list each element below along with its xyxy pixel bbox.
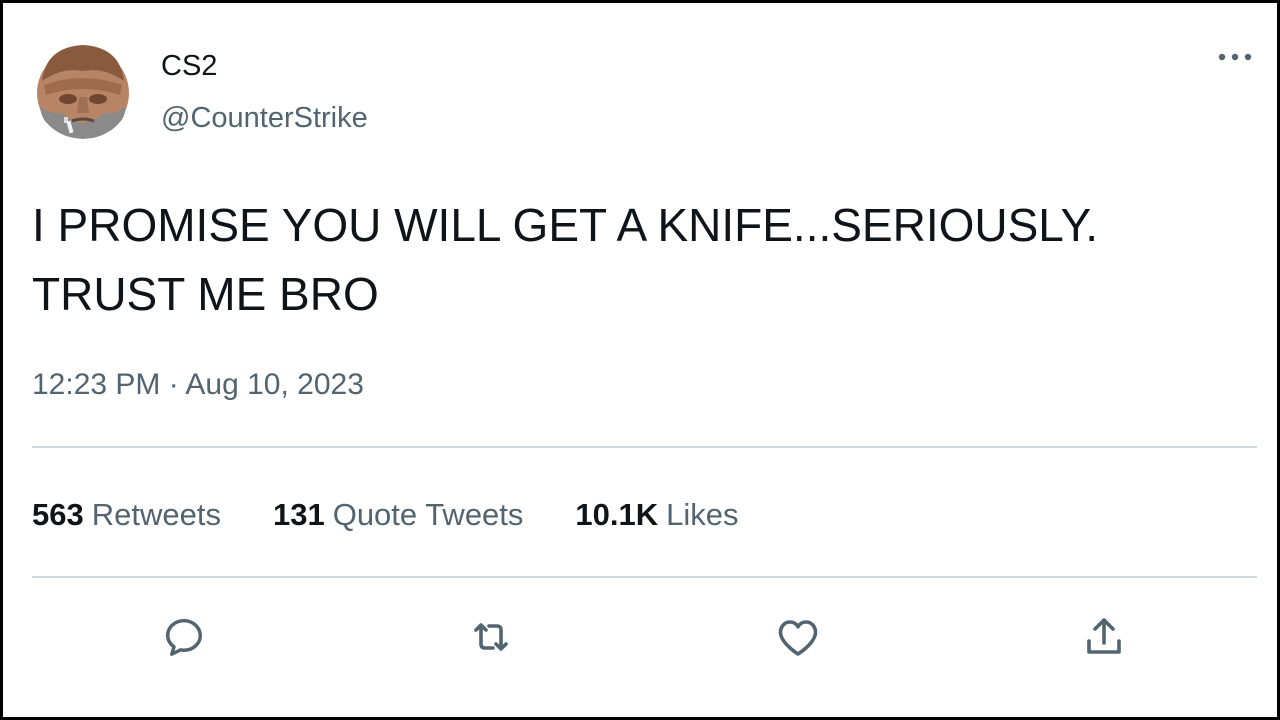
- retweets-stat[interactable]: 563 Retweets: [32, 496, 221, 534]
- like-button[interactable]: [772, 611, 824, 663]
- more-options-icon: [1218, 53, 1252, 61]
- retweets-count: 563: [32, 497, 84, 532]
- divider: [32, 446, 1257, 448]
- tweet-text: I PROMISE YOU WILL GET A KNIFE...SERIOUS…: [32, 191, 1232, 329]
- avatar[interactable]: [34, 41, 132, 139]
- cs-character-avatar-icon: [34, 41, 132, 139]
- divider: [32, 576, 1257, 578]
- likes-stat[interactable]: 10.1K Likes: [575, 496, 738, 534]
- quote-tweets-stat[interactable]: 131 Quote Tweets: [273, 496, 523, 534]
- retweet-button[interactable]: [465, 611, 517, 663]
- tweet-timestamp[interactable]: 12:23 PM · Aug 10, 2023: [32, 367, 364, 403]
- retweet-icon: [474, 623, 508, 651]
- reply-icon: [165, 618, 203, 656]
- tweet-text-line: I PROMISE YOU WILL GET A KNIFE...SERIOUS…: [32, 199, 1098, 251]
- like-icon: [778, 620, 818, 656]
- share-button[interactable]: [1078, 611, 1130, 663]
- quote-tweets-label: Quote Tweets: [332, 497, 524, 532]
- likes-label: Likes: [666, 497, 739, 532]
- display-name[interactable]: CS2: [161, 48, 217, 84]
- retweets-label: Retweets: [91, 497, 221, 532]
- quote-tweets-count: 131: [272, 497, 325, 532]
- likes-count: 10.1K: [575, 497, 659, 532]
- more-options-button[interactable]: [1209, 41, 1261, 73]
- tweet-card: CS2 @CounterStrike I PROMISE YOU WILL GE…: [0, 0, 1280, 720]
- engagement-stats: 563 Retweets 131 Quote Tweets 10.1K Like…: [32, 496, 739, 534]
- tweet-text-line: TRUST ME BRO: [32, 268, 379, 320]
- reply-button[interactable]: [158, 611, 210, 663]
- share-icon: [1087, 618, 1121, 654]
- user-handle[interactable]: @CounterStrike: [161, 100, 368, 136]
